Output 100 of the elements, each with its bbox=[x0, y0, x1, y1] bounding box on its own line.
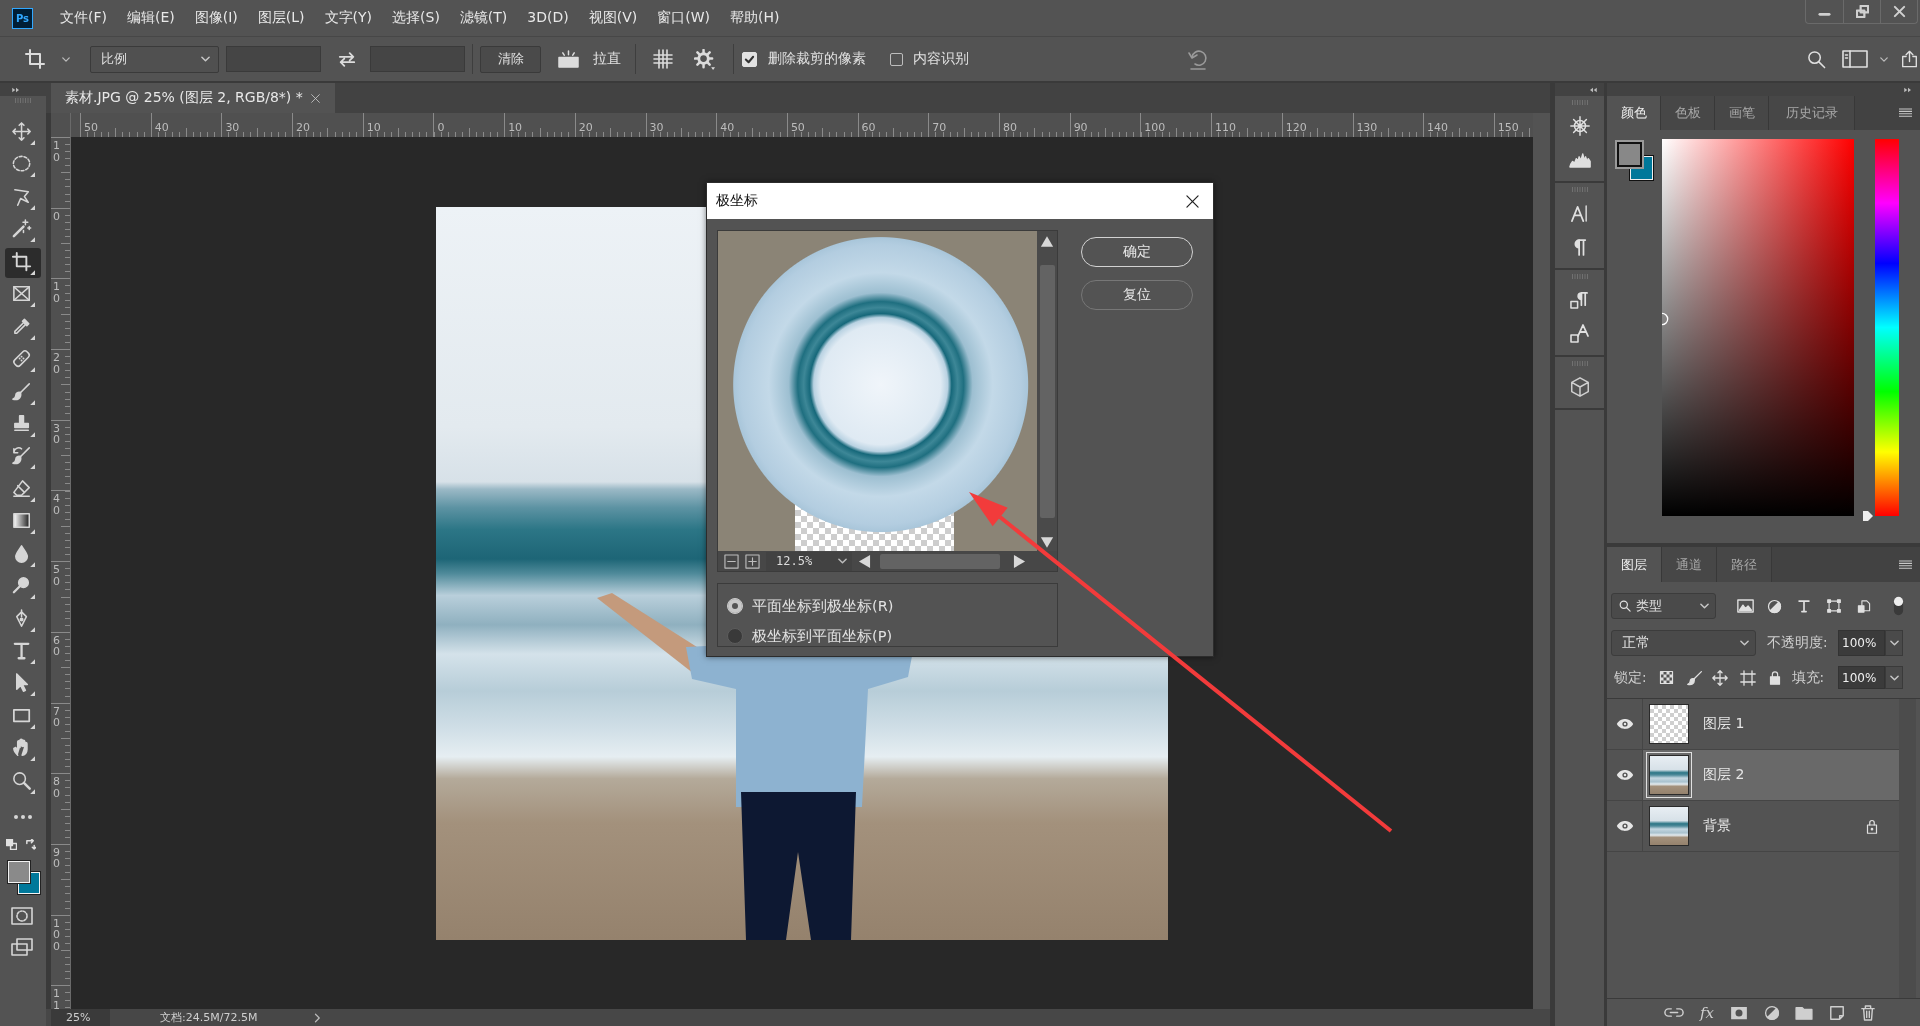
smart-object-filter-icon[interactable] bbox=[1857, 598, 1871, 614]
foreground-swatch[interactable] bbox=[1617, 142, 1642, 167]
straighten-button[interactable]: 拉直 bbox=[557, 49, 621, 69]
menu-item[interactable]: 文字(Y) bbox=[314, 7, 383, 29]
radio-label[interactable]: 平面坐标到极坐标(R) bbox=[752, 596, 894, 616]
menu-item[interactable]: 滤镜(T) bbox=[449, 7, 518, 29]
double-chevron-icon[interactable] bbox=[1904, 86, 1912, 93]
radio-label[interactable]: 极坐标到平面坐标(P) bbox=[752, 626, 893, 646]
double-chevron-icon[interactable] bbox=[1589, 86, 1597, 93]
scrollbar-thumb[interactable] bbox=[1039, 265, 1055, 518]
eye-icon[interactable] bbox=[1615, 718, 1634, 730]
search-icon[interactable] bbox=[1807, 49, 1826, 69]
menu-item[interactable]: 图像(I) bbox=[184, 7, 248, 29]
checkbox-label[interactable]: 内容识别 bbox=[913, 50, 969, 68]
four-way-arrow-icon[interactable] bbox=[1711, 669, 1728, 686]
menu-icon[interactable] bbox=[1899, 108, 1912, 118]
menu-item[interactable]: 窗口(W) bbox=[647, 7, 721, 29]
brush-icon[interactable] bbox=[1686, 669, 1703, 686]
panel-tab[interactable]: 通道 bbox=[1662, 547, 1717, 582]
histogram-icon[interactable] bbox=[1568, 152, 1591, 168]
link-icon[interactable] bbox=[1664, 1007, 1684, 1018]
character-icon[interactable] bbox=[1570, 203, 1589, 223]
panel-tab[interactable]: 图层 bbox=[1607, 547, 1662, 582]
character-style-icon[interactable] bbox=[1569, 324, 1590, 344]
wheel-icon[interactable] bbox=[1568, 115, 1591, 137]
caret-icon[interactable] bbox=[62, 56, 70, 62]
radio-button[interactable] bbox=[727, 628, 743, 644]
checkbox[interactable] bbox=[742, 51, 757, 67]
trash-icon[interactable] bbox=[1861, 1004, 1875, 1021]
scrollbar-thumb[interactable] bbox=[880, 553, 1000, 569]
screen-mode-icon[interactable] bbox=[11, 938, 33, 957]
fill-field[interactable]: 100% bbox=[1838, 666, 1885, 689]
double-chevron-icon[interactable] bbox=[12, 86, 20, 93]
panel-tab[interactable]: 路径 bbox=[1717, 547, 1772, 582]
swap-icon[interactable] bbox=[338, 51, 356, 67]
eye-icon[interactable] bbox=[1615, 769, 1634, 781]
opacity-field[interactable]: 100% bbox=[1838, 630, 1885, 656]
grid-icon[interactable] bbox=[652, 49, 674, 69]
share-icon[interactable] bbox=[1901, 50, 1918, 68]
document-tab[interactable]: 素材.JPG @ 25% (图层 2, RGB/8*) * bbox=[51, 83, 335, 113]
swap-arrows-icon[interactable] bbox=[25, 838, 36, 850]
menu-item[interactable]: 3D(D) bbox=[517, 7, 579, 29]
default-colors-icon[interactable] bbox=[6, 838, 17, 850]
zoom-out-icon[interactable] bbox=[724, 553, 739, 569]
panel-tab[interactable]: 历史记录 bbox=[1769, 96, 1855, 130]
mask-icon[interactable] bbox=[1730, 1005, 1748, 1020]
type-filter-icon[interactable] bbox=[1797, 599, 1811, 613]
lock-icon[interactable] bbox=[1768, 670, 1781, 685]
adjustment-icon[interactable] bbox=[1764, 1004, 1780, 1021]
dropdown-button[interactable] bbox=[1885, 666, 1903, 689]
menu-item[interactable]: 帮助(H) bbox=[720, 7, 790, 29]
right-arrow-icon[interactable] bbox=[1013, 553, 1026, 569]
checkerboard-icon[interactable] bbox=[1658, 670, 1674, 685]
zoom-in-icon[interactable] bbox=[745, 553, 760, 569]
quick-mask-icon[interactable] bbox=[11, 907, 33, 926]
ratio-dropdown[interactable]: 比例 bbox=[90, 45, 219, 73]
shape-filter-icon[interactable] bbox=[1827, 599, 1841, 613]
clear-button[interactable]: 清除 bbox=[480, 45, 541, 73]
caret-icon[interactable] bbox=[1880, 56, 1888, 62]
layer-row[interactable]: 背景 bbox=[1643, 801, 1899, 851]
restore-icon[interactable] bbox=[1855, 5, 1869, 18]
color-field[interactable] bbox=[1662, 139, 1854, 516]
workspace-icon[interactable] bbox=[1842, 49, 1868, 69]
eye-icon[interactable] bbox=[1615, 820, 1634, 832]
menu-item[interactable]: 图层(L) bbox=[247, 7, 315, 29]
left-arrow-icon[interactable] bbox=[858, 553, 871, 569]
menu-item[interactable]: 视图(V) bbox=[578, 7, 648, 29]
tool-button[interactable] bbox=[5, 247, 41, 278]
panel-tab[interactable]: 色板 bbox=[1661, 96, 1715, 130]
folder-icon[interactable] bbox=[1795, 1005, 1813, 1020]
new-page-icon[interactable] bbox=[1829, 1004, 1845, 1021]
input-field[interactable] bbox=[226, 46, 321, 72]
close-icon[interactable] bbox=[1186, 194, 1199, 208]
panel-tab[interactable]: 画笔 bbox=[1715, 96, 1769, 130]
chevron-icon[interactable] bbox=[314, 1012, 321, 1023]
zoom-dropdown[interactable]: 12.5% bbox=[766, 551, 852, 571]
checkbox-label[interactable]: 删除裁剪的像素 bbox=[768, 50, 866, 68]
filter-toggle[interactable] bbox=[1893, 595, 1904, 617]
dropdown-button[interactable] bbox=[1885, 630, 1903, 656]
up-arrow-icon[interactable] bbox=[1040, 235, 1054, 248]
blend-mode-dropdown[interactable]: 正常 bbox=[1611, 630, 1756, 656]
undo-icon[interactable] bbox=[1187, 48, 1209, 70]
adjustment-filter-icon[interactable] bbox=[1767, 598, 1782, 614]
paragraph-icon[interactable] bbox=[1572, 238, 1587, 256]
layer-row[interactable]: 图层 1 bbox=[1643, 699, 1899, 749]
layer-row[interactable]: 图层 2 bbox=[1643, 750, 1899, 800]
fx-button[interactable]: fx bbox=[1700, 1003, 1714, 1022]
frame-icon[interactable] bbox=[1739, 669, 1756, 686]
filter-dropdown[interactable]: 类型 bbox=[1611, 593, 1716, 619]
cube-icon[interactable] bbox=[1568, 376, 1591, 398]
settings-icon[interactable] bbox=[694, 48, 715, 70]
zoom-field[interactable]: 25% bbox=[51, 1009, 110, 1026]
checkbox[interactable] bbox=[890, 52, 903, 66]
crop-icon[interactable] bbox=[25, 49, 45, 69]
image-filter-icon[interactable] bbox=[1737, 599, 1754, 613]
menu-item[interactable]: 编辑(E) bbox=[117, 7, 185, 29]
input-field[interactable] bbox=[370, 46, 465, 72]
paragraph-style-icon[interactable] bbox=[1570, 290, 1589, 310]
panel-tab[interactable]: 颜色 bbox=[1607, 96, 1661, 130]
down-arrow-icon[interactable] bbox=[1040, 536, 1054, 549]
